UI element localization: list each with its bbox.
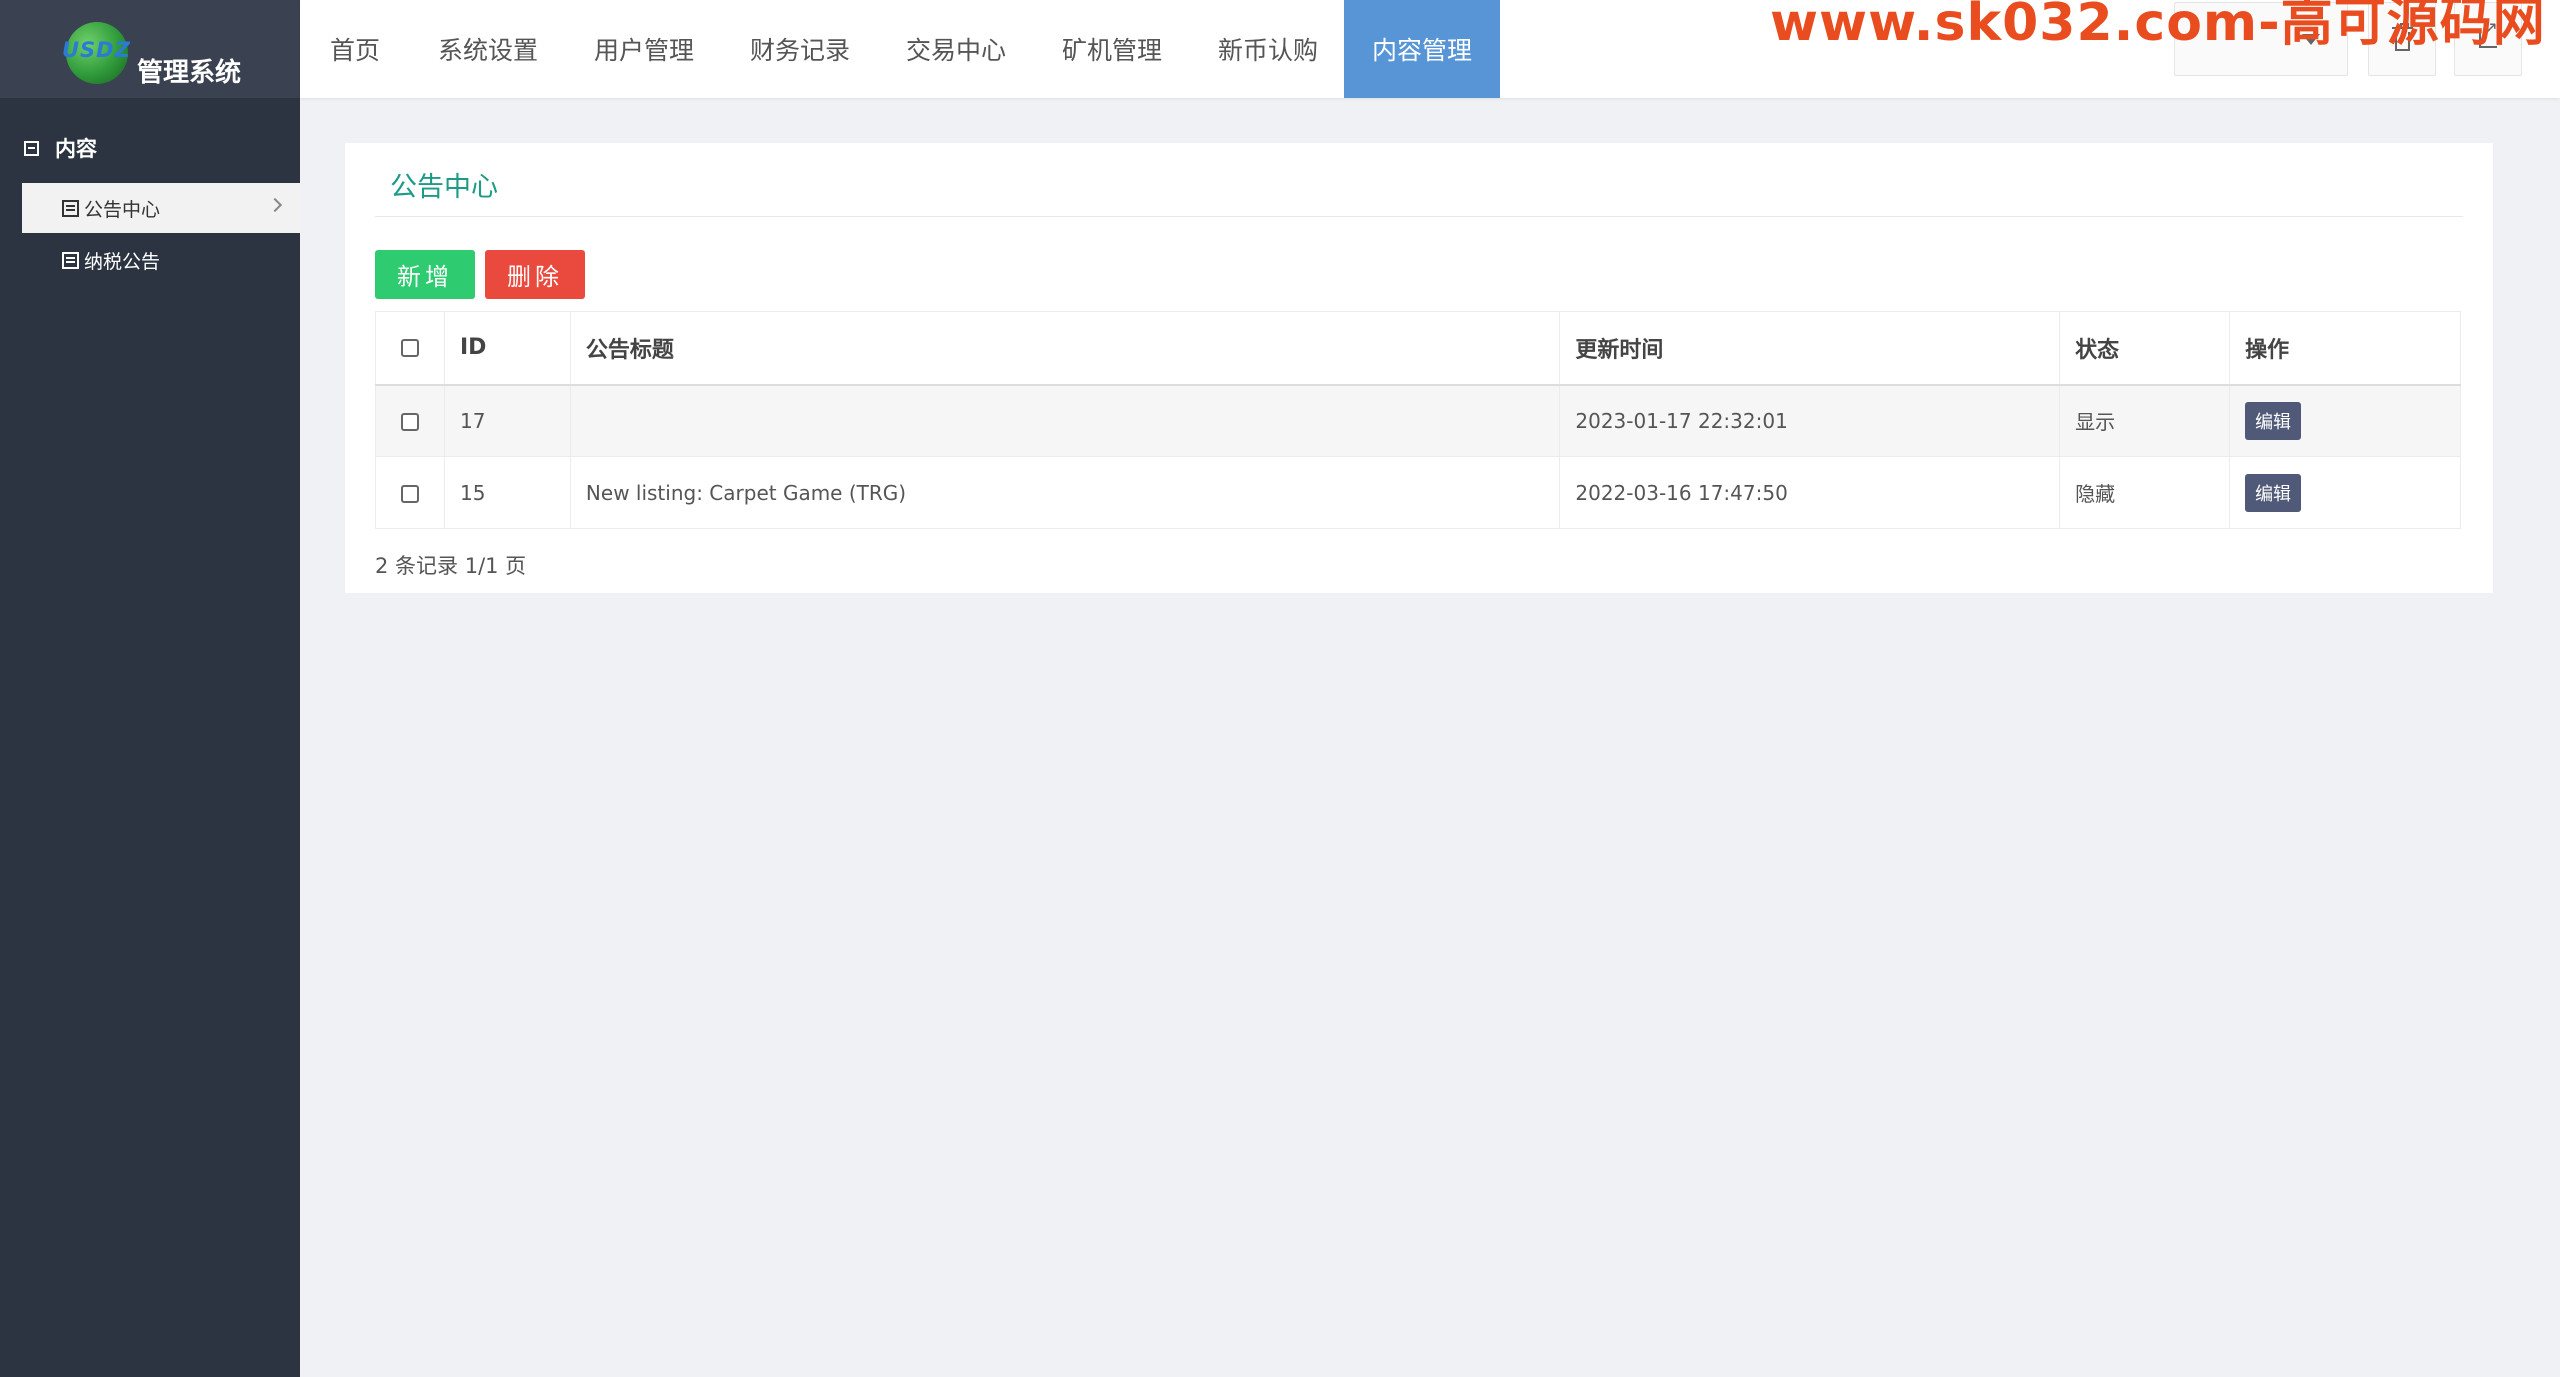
collapse-icon[interactable] (24, 140, 39, 156)
logo-text: USDZ (62, 38, 131, 62)
row-action-cell: 编辑 (2229, 456, 2461, 529)
sidebar-item-tax-notices[interactable]: 纳税公告 (22, 235, 300, 285)
add-button[interactable]: 新增 (375, 250, 475, 299)
sidebar-section-label: 内容 (55, 137, 97, 161)
row-select-cell (375, 456, 445, 529)
row-title: New listing: Carpet Game (TRG) (569, 456, 1561, 529)
select-all-checkbox[interactable] (400, 339, 419, 358)
column-header-action: 操作 (2229, 311, 2461, 386)
column-header-title: 公告标题 (569, 311, 1561, 386)
app-title: 管理系统 (137, 58, 242, 88)
nav-system-settings[interactable]: 系统设置 (410, 0, 566, 98)
document-icon (62, 199, 79, 217)
sidebar: USDZ 管理系统 内容 公告中心 纳税公告 (0, 0, 300, 1377)
table-header: ID 公告标题 更新时间 状态 操作 (375, 311, 2461, 386)
edit-button[interactable]: 编辑 (2245, 473, 2302, 512)
nav-trading-center[interactable]: 交易中心 (878, 0, 1034, 98)
nav-user-management[interactable]: 用户管理 (566, 0, 722, 98)
delete-button[interactable]: 删除 (485, 250, 585, 299)
nav-miner-management[interactable]: 矿机管理 (1034, 0, 1190, 98)
row-checkbox[interactable] (400, 413, 419, 432)
row-checkbox[interactable] (400, 485, 419, 503)
row-action-cell: 编辑 (2229, 384, 2461, 457)
page-title: 公告中心 (390, 172, 498, 203)
row-updated: 2023-01-17 22:32:01 (1559, 384, 2061, 457)
select-all-cell (375, 311, 445, 386)
row-id: 15 (443, 456, 571, 529)
nav-finance-records[interactable]: 财务记录 (722, 0, 878, 98)
row-status: 隐藏 (2059, 456, 2231, 529)
row-updated: 2022-03-16 17:47:50 (1559, 456, 2061, 529)
sidebar-section-content[interactable]: 内容 (0, 128, 300, 168)
sidebar-item-label: 纳税公告 (84, 250, 161, 273)
column-header-updated: 更新时间 (1559, 311, 2061, 386)
row-status: 显示 (2059, 384, 2231, 457)
divider (375, 216, 2463, 217)
sidebar-item-announcements[interactable]: 公告中心 (22, 183, 300, 233)
table-row: 17 2023-01-17 22:32:01 显示 编辑 (375, 384, 2461, 457)
column-header-id: ID (443, 311, 571, 386)
sidebar-item-label: 公告中心 (84, 198, 161, 221)
logo: USDZ 管理系统 (0, 0, 300, 98)
nav-content-management[interactable]: 内容管理 (1344, 0, 1500, 98)
pagination-summary: 2 条记录 1/1 页 (375, 554, 527, 578)
row-title (569, 384, 1561, 457)
watermark: www.sk032.com-高可源码网 (1770, 0, 2546, 53)
content-panel: 公告中心 新增 删除 ID 公告标题 更新时间 状态 操作 17 2023-01… (345, 143, 2493, 593)
nav-new-coin-subscription[interactable]: 新币认购 (1190, 0, 1346, 98)
row-id: 17 (443, 384, 571, 457)
nav-home[interactable]: 首页 (300, 0, 410, 98)
row-select-cell (375, 384, 445, 457)
chevron-right-icon (267, 197, 283, 213)
edit-button[interactable]: 编辑 (2245, 401, 2302, 440)
announcement-table: ID 公告标题 更新时间 状态 操作 17 2023-01-17 22:32:0… (375, 311, 2461, 529)
table-row: 15 New listing: Carpet Game (TRG) 2022-0… (375, 456, 2461, 529)
column-header-status: 状态 (2059, 311, 2231, 386)
document-icon (62, 251, 79, 269)
